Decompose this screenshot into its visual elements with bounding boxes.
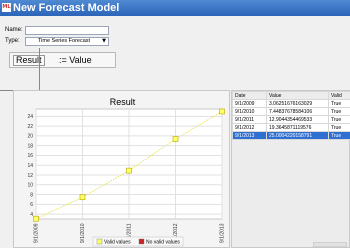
column-header-valid[interactable]: Valid	[328, 91, 350, 100]
x-tick-label: 9/1/2013	[220, 223, 226, 243]
table-row[interactable]: 9/1/2011 12.9044354469533 True	[232, 115, 350, 124]
table-cell: True	[328, 107, 350, 116]
window-title: New Forecast Model	[13, 2, 120, 14]
app-icon: ML	[2, 3, 11, 12]
table-row[interactable]: 9/1/2010 7.44837678584106 True	[232, 107, 350, 116]
table-row[interactable]: 9/1/2009 3.06251676163029 True	[232, 99, 350, 108]
data-point	[33, 215, 39, 222]
data-point	[219, 108, 225, 115]
table-cell: 19.3645871119576	[266, 123, 329, 132]
table-cell: 9/1/2013	[232, 131, 267, 140]
y-tick-label: 8	[30, 192, 33, 198]
result-chart: 4 6 8 10 12 14 16 18 20 22 24 9/1/2009 9/1/2010 9/1/2…	[27, 108, 226, 247]
chevron-down-icon[interactable]: ▼	[102, 38, 106, 45]
data-grid-panel: Date Value Valid 9/1/2009 3.06251676163029 T…	[231, 90, 350, 248]
table-cell: 9/1/2010	[232, 107, 267, 116]
chart-panel: Result 4 6 8 10 12 14 16 18 20 22 24 9/1/2009 9/1/20…	[13, 90, 230, 248]
legend-swatch	[138, 238, 145, 245]
y-tick-label: 6	[30, 202, 33, 208]
table-cell: True	[328, 99, 350, 108]
y-tick-label: 24	[27, 114, 33, 120]
type-select-value: Time Series Forecast	[38, 38, 91, 44]
formula-assignment: := Value	[59, 55, 92, 65]
y-tick-label: 10	[27, 183, 33, 189]
title-bar[interactable]: ML New Forecast Model	[0, 0, 350, 16]
table-cell: 9/1/2011	[232, 115, 267, 124]
legend-label: No valid values	[146, 240, 180, 246]
legend-label: Valid values	[104, 240, 131, 246]
table-cell: 9/1/2012	[232, 123, 267, 132]
data-point	[172, 136, 179, 142]
status-bar	[313, 242, 347, 247]
connector-vertical	[39, 48, 40, 90]
y-tick-label: 20	[27, 134, 33, 140]
table-cell: True	[328, 131, 350, 140]
table-cell: 9/1/2009	[232, 99, 267, 108]
column-header-value[interactable]: Value	[266, 91, 329, 100]
type-select[interactable]: Time Series Forecast ▼	[25, 37, 109, 46]
x-tick-label: 9/1/2009	[34, 223, 40, 243]
y-tick-label: 18	[27, 143, 33, 149]
y-tick-label: 4	[30, 212, 33, 218]
legend-swatch	[96, 238, 103, 245]
y-tick-label: 22	[27, 124, 33, 130]
table-cell: 12.9044354469533	[266, 115, 329, 124]
y-tick-label: 16	[27, 153, 33, 159]
data-point	[79, 194, 86, 201]
table-cell: 25.0004220158791	[266, 131, 329, 140]
data-point	[126, 167, 132, 174]
table-row[interactable]: 9/1/2012 19.3645871119576 True	[232, 123, 350, 132]
name-label: Name:	[5, 27, 23, 33]
table-cell: 3.06251676163029	[266, 99, 329, 108]
name-input[interactable]	[25, 26, 109, 35]
y-tick-label: 12	[27, 173, 33, 179]
y-tick-label: 14	[27, 163, 33, 169]
table-cell: 7.44837678584106	[266, 107, 329, 116]
table-row[interactable]: 9/1/2013 25.0004220158791 True	[232, 131, 350, 140]
table-cell: True	[328, 123, 350, 132]
column-header-date[interactable]: Date	[232, 91, 267, 100]
type-label: Type:	[5, 38, 20, 44]
formula-box: Result := Value	[9, 52, 116, 68]
table-cell: True	[328, 115, 350, 124]
data-grid: Date Value Valid 9/1/2009 3.06251676163029 T…	[232, 91, 350, 140]
x-tick-label: 9/1/2010	[80, 223, 86, 243]
